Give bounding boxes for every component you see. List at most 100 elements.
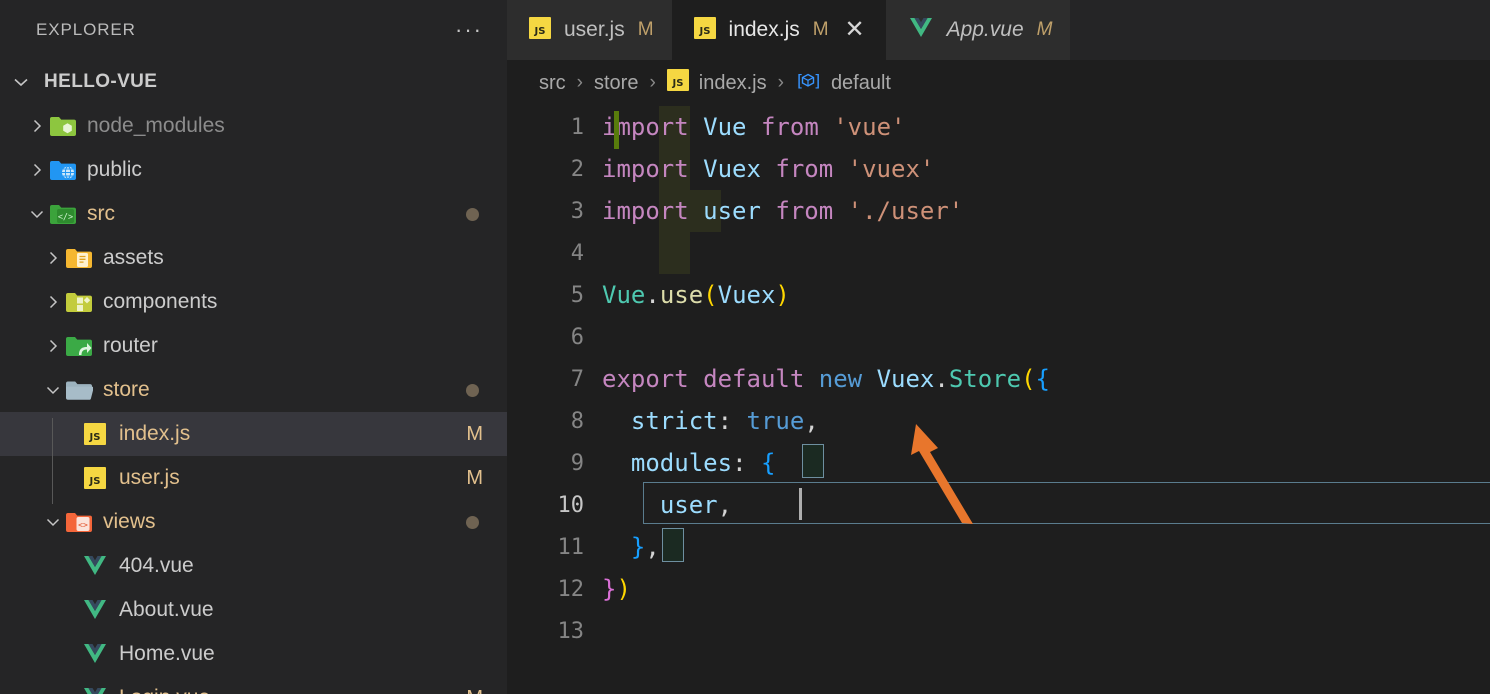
tab-label: index.js: [728, 18, 800, 41]
explorer-header: EXPLORER ···: [0, 0, 507, 60]
breadcrumb-separator-icon: ›: [777, 72, 784, 93]
vscode-window: EXPLORER ··· HELLO-VUE node_modulespubli…: [0, 0, 1490, 694]
code-line[interactable]: 6: [507, 316, 1490, 358]
git-added-gutter-line8: [614, 111, 619, 149]
folder-assets-icon: [64, 247, 94, 269]
line-number: 2: [570, 156, 584, 182]
code-line-text: import Vue from 'vue': [602, 113, 906, 141]
breadcrumb-separator-icon: ›: [576, 72, 583, 93]
line-number: 12: [557, 576, 585, 602]
code-line[interactable]: 7 export default new Vuex.Store({: [507, 358, 1490, 400]
chevron-down-icon[interactable]: [26, 205, 48, 223]
tree-item-views[interactable]: <> views: [0, 500, 507, 544]
chevron-right-icon[interactable]: [42, 337, 64, 355]
chevron-right-icon[interactable]: [42, 293, 64, 311]
folder-views-icon: <>: [64, 511, 94, 533]
file-tree: node_modulespublic </> src assets components…: [0, 104, 507, 694]
folder-src-icon: </>: [48, 203, 78, 225]
tab-modified-badge: M: [637, 19, 654, 40]
breadcrumb-separator-icon: ›: [649, 72, 656, 93]
tree-item-404-vue[interactable]: 404.vue: [0, 544, 507, 588]
tree-item-home-vue[interactable]: Home.vue: [0, 632, 507, 676]
tree-item-label: public: [87, 158, 142, 181]
line-number: 10: [557, 492, 585, 518]
workspace-root-label: HELLO-VUE: [44, 71, 158, 92]
tree-item-login-vue[interactable]: Login.vueM: [0, 676, 507, 694]
folder-public-icon: [48, 159, 78, 181]
chevron-down-icon[interactable]: [42, 381, 64, 399]
js-file-icon: JS: [80, 467, 110, 489]
line-number: 3: [570, 198, 584, 224]
tree-item-node-modules[interactable]: node_modules: [0, 104, 507, 148]
tree-item-store[interactable]: store: [0, 368, 507, 412]
tree-item-src[interactable]: </> src: [0, 192, 507, 236]
editor-tab-user-js[interactable]: JS user.js M: [507, 0, 672, 60]
tree-item-label: node_modules: [87, 114, 225, 137]
code-line[interactable]: 3 import user from './user': [507, 190, 1490, 232]
code-line[interactable]: 1 import Vue from 'vue': [507, 106, 1490, 148]
line-number: 11: [557, 534, 585, 560]
code-line[interactable]: 2 import Vuex from 'vuex': [507, 148, 1490, 190]
vue-file-icon: [908, 16, 934, 45]
tree-item-label: user.js: [119, 466, 180, 489]
svg-text:JS: JS: [534, 26, 546, 37]
tab-modified-badge: M: [1036, 19, 1053, 40]
code-line-text: },: [630, 533, 660, 561]
code-line[interactable]: 5 Vue.use(Vuex): [507, 274, 1490, 316]
line-number: 7: [570, 366, 584, 392]
code-line[interactable]: 13: [507, 610, 1490, 652]
code-line-text: import Vuex from 'vuex': [602, 155, 935, 183]
code-content[interactable]: 1 import Vue from 'vue' 2 import Vuex from …: [507, 106, 1490, 652]
editor-tabbar: JS user.js M JS index.js M ✕ App.vue M: [507, 0, 1490, 60]
code-line[interactable]: 4: [507, 232, 1490, 274]
folder-components-icon: [64, 291, 94, 313]
svg-text:]: ]: [814, 71, 820, 90]
vue-file-icon: [80, 598, 110, 622]
svg-text:JS: JS: [89, 476, 101, 487]
breadcrumb-item-store[interactable]: store: [594, 72, 638, 95]
tree-item-label: 404.vue: [119, 554, 194, 577]
vue-file-icon: [80, 554, 110, 578]
svg-text:<>: <>: [78, 521, 88, 530]
line-number: 9: [570, 450, 584, 476]
tree-item-assets[interactable]: assets: [0, 236, 507, 280]
line-number: 8: [570, 408, 584, 434]
git-status-badge: M: [466, 422, 483, 445]
chevron-down-icon: [6, 72, 36, 92]
close-icon[interactable]: ✕: [842, 17, 868, 43]
chevron-down-icon[interactable]: [42, 513, 64, 531]
tree-item-user-js[interactable]: JS user.js M: [0, 456, 507, 500]
indent-block-level1-b: [659, 232, 690, 274]
code-line[interactable]: 8 strict: true,: [507, 400, 1490, 442]
editor-tab-index-js[interactable]: JS index.js M ✕: [671, 0, 886, 60]
code-line[interactable]: 9 modules: {: [507, 442, 1490, 484]
tree-item-index-js[interactable]: JS index.js M: [0, 412, 507, 456]
breadcrumb-item-src[interactable]: src: [539, 72, 566, 95]
code-line-text: Vue.use(Vuex): [602, 281, 790, 309]
chevron-right-icon[interactable]: [26, 117, 48, 135]
folder-node-modules-icon: [48, 115, 78, 137]
code-line[interactable]: 12}): [507, 568, 1490, 610]
tree-item-label: views: [103, 510, 156, 533]
tree-item-router[interactable]: router: [0, 324, 507, 368]
js-file-icon: JS: [666, 69, 689, 97]
workspace-root-row[interactable]: HELLO-VUE: [0, 60, 507, 104]
chevron-right-icon[interactable]: [42, 249, 64, 267]
code-line[interactable]: 11 },: [507, 526, 1490, 568]
tree-item-about-vue[interactable]: About.vue: [0, 588, 507, 632]
editor-tab-app-vue[interactable]: App.vue M: [885, 0, 1071, 60]
svg-text:JS: JS: [89, 432, 101, 443]
tree-item-components[interactable]: components: [0, 280, 507, 324]
code-line[interactable]: 10 user,: [507, 484, 1490, 526]
modified-dot-indicator: [466, 383, 479, 397]
breadcrumb-item-default[interactable]: [] default: [795, 69, 891, 97]
tree-item-public[interactable]: public: [0, 148, 507, 192]
line-number: 5: [570, 282, 584, 308]
folder-store-icon: [64, 379, 94, 401]
breadcrumb-label: default: [830, 71, 891, 94]
breadcrumb-item-index-js[interactable]: JS index.js: [666, 69, 767, 97]
js-file-icon: JS: [529, 16, 551, 44]
chevron-right-icon[interactable]: [26, 161, 48, 179]
tree-item-label: Home.vue: [119, 642, 215, 665]
more-actions-icon[interactable]: ···: [455, 19, 483, 41]
